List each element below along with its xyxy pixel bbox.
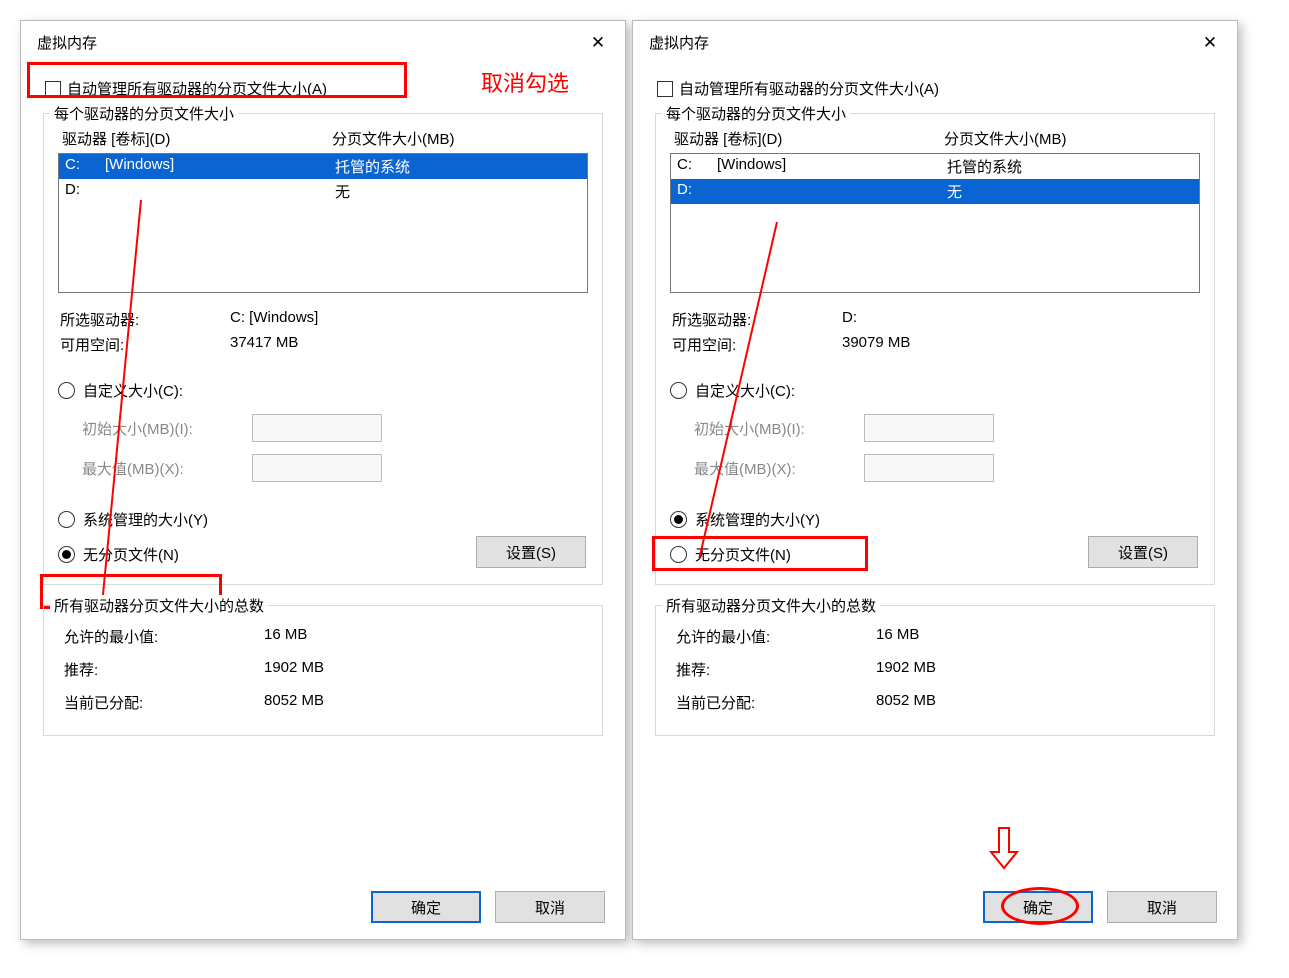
auto-manage-label: 自动管理所有驱动器的分页文件大小(A): [67, 78, 327, 99]
set-button[interactable]: 设置(S): [476, 536, 586, 568]
auto-manage-label: 自动管理所有驱动器的分页文件大小(A): [679, 78, 939, 99]
max-size-label: 最大值(MB)(X):: [694, 458, 854, 479]
per-drive-fieldset: 每个驱动器的分页文件大小 驱动器 [卷标](D) 分页文件大小(MB) C: […: [655, 113, 1215, 585]
per-drive-legend: 每个驱动器的分页文件大小: [662, 103, 850, 124]
radio-custom-row[interactable]: 自定义大小(C):: [58, 377, 588, 404]
close-icon[interactable]: ✕: [1189, 27, 1231, 59]
drive-row-c[interactable]: C: [Windows] 托管的系统: [671, 154, 1199, 179]
per-drive-legend: 每个驱动器的分页文件大小: [50, 103, 238, 124]
ok-button[interactable]: 确定: [371, 891, 481, 923]
ok-button[interactable]: 确定: [983, 891, 1093, 923]
free-space-value: 39079 MB: [842, 334, 1200, 355]
totals-legend: 所有驱动器分页文件大小的总数: [50, 595, 268, 616]
cur-value: 8052 MB: [876, 692, 936, 713]
auto-manage-checkbox-row[interactable]: 自动管理所有驱动器的分页文件大小(A): [655, 74, 1215, 103]
initial-size-input: [864, 414, 994, 442]
min-label: 允许的最小值:: [64, 626, 264, 647]
annotation-text-uncheck: 取消勾选: [481, 66, 569, 98]
drive-list[interactable]: C: [Windows] 托管的系统 D: 无: [58, 153, 588, 293]
radio-custom-label: 自定义大小(C):: [695, 380, 795, 401]
radio-none[interactable]: [58, 546, 75, 563]
rec-value: 1902 MB: [876, 659, 936, 680]
initial-size-label: 初始大小(MB)(I):: [694, 418, 854, 439]
selected-drive-value: D:: [842, 309, 1200, 330]
max-size-input: [864, 454, 994, 482]
min-label: 允许的最小值:: [676, 626, 876, 647]
selected-drive-label: 所选驱动器:: [672, 309, 842, 330]
cancel-button[interactable]: 取消: [1107, 891, 1217, 923]
radio-system[interactable]: [58, 511, 75, 528]
set-button[interactable]: 设置(S): [1088, 536, 1198, 568]
initial-size-label: 初始大小(MB)(I):: [82, 418, 242, 439]
radio-system-label: 系统管理的大小(Y): [83, 509, 208, 530]
close-icon[interactable]: ✕: [577, 27, 619, 59]
drive-letter: D:: [677, 181, 717, 202]
drive-label: [Windows]: [717, 156, 947, 177]
drive-row-d[interactable]: D: 无: [59, 179, 587, 204]
rec-label: 推荐:: [64, 659, 264, 680]
radio-none-label: 无分页文件(N): [83, 544, 179, 565]
dialog-title: 虚拟内存: [649, 32, 709, 53]
max-size-input: [252, 454, 382, 482]
radio-custom-label: 自定义大小(C):: [83, 380, 183, 401]
radio-system[interactable]: [670, 511, 687, 528]
rec-value: 1902 MB: [264, 659, 324, 680]
rec-label: 推荐:: [676, 659, 876, 680]
titlebar: 虚拟内存 ✕: [633, 21, 1237, 64]
drive-label: [Windows]: [105, 156, 335, 177]
drive-row-d[interactable]: D: 无: [671, 179, 1199, 204]
virtual-memory-dialog-left: 虚拟内存 ✕ 取消勾选 自动管理所有驱动器的分页文件大小(A) 每个驱动器的分页…: [20, 20, 626, 940]
free-space-label: 可用空间:: [60, 334, 230, 355]
totals-fieldset: 所有驱动器分页文件大小的总数 允许的最小值: 16 MB 推荐: 1902 MB…: [43, 605, 603, 736]
drive-list-header: 驱动器 [卷标](D) 分页文件大小(MB): [58, 128, 588, 153]
min-value: 16 MB: [264, 626, 307, 647]
drive-col-size: 分页文件大小(MB): [332, 128, 584, 149]
drive-col-size: 分页文件大小(MB): [944, 128, 1196, 149]
cancel-button[interactable]: 取消: [495, 891, 605, 923]
drive-list-header: 驱动器 [卷标](D) 分页文件大小(MB): [670, 128, 1200, 153]
radio-system-row[interactable]: 系统管理的大小(Y): [670, 506, 1200, 533]
virtual-memory-dialog-right: 虚拟内存 ✕ 自动管理所有驱动器的分页文件大小(A) 每个驱动器的分页文件大小 …: [632, 20, 1238, 940]
initial-size-input: [252, 414, 382, 442]
drive-col-drive: 驱动器 [卷标](D): [674, 128, 944, 149]
dialog-button-bar: 确定 取消: [21, 879, 625, 939]
radio-system-label: 系统管理的大小(Y): [695, 509, 820, 530]
min-value: 16 MB: [876, 626, 919, 647]
radio-none[interactable]: [670, 546, 687, 563]
cur-value: 8052 MB: [264, 692, 324, 713]
selected-drive-label: 所选驱动器:: [60, 309, 230, 330]
drive-size: 无: [335, 181, 581, 202]
drive-letter: C:: [677, 156, 717, 177]
dialog-title: 虚拟内存: [37, 32, 97, 53]
titlebar: 虚拟内存 ✕: [21, 21, 625, 64]
per-drive-fieldset: 每个驱动器的分页文件大小 驱动器 [卷标](D) 分页文件大小(MB) C: […: [43, 113, 603, 585]
drive-letter: D:: [65, 181, 105, 202]
drive-label: [105, 181, 335, 202]
drive-size: 托管的系统: [947, 156, 1193, 177]
radio-custom[interactable]: [58, 382, 75, 399]
drive-size: 托管的系统: [335, 156, 581, 177]
free-space-label: 可用空间:: [672, 334, 842, 355]
radio-custom[interactable]: [670, 382, 687, 399]
annotation-down-arrow-icon: [989, 826, 1019, 870]
auto-manage-checkbox[interactable]: [45, 81, 61, 97]
drive-row-c[interactable]: C: [Windows] 托管的系统: [59, 154, 587, 179]
drive-label: [717, 181, 947, 202]
selected-drive-value: C: [Windows]: [230, 309, 588, 330]
dialog-button-bar: 确定 取消: [633, 879, 1237, 939]
cur-label: 当前已分配:: [676, 692, 876, 713]
cur-label: 当前已分配:: [64, 692, 264, 713]
free-space-value: 37417 MB: [230, 334, 588, 355]
drive-size: 无: [947, 181, 1193, 202]
totals-fieldset: 所有驱动器分页文件大小的总数 允许的最小值: 16 MB 推荐: 1902 MB…: [655, 605, 1215, 736]
auto-manage-checkbox[interactable]: [657, 81, 673, 97]
radio-none-label: 无分页文件(N): [695, 544, 791, 565]
drive-list[interactable]: C: [Windows] 托管的系统 D: 无: [670, 153, 1200, 293]
drive-letter: C:: [65, 156, 105, 177]
radio-custom-row[interactable]: 自定义大小(C):: [670, 377, 1200, 404]
totals-legend: 所有驱动器分页文件大小的总数: [662, 595, 880, 616]
max-size-label: 最大值(MB)(X):: [82, 458, 242, 479]
drive-col-drive: 驱动器 [卷标](D): [62, 128, 332, 149]
radio-system-row[interactable]: 系统管理的大小(Y): [58, 506, 588, 533]
